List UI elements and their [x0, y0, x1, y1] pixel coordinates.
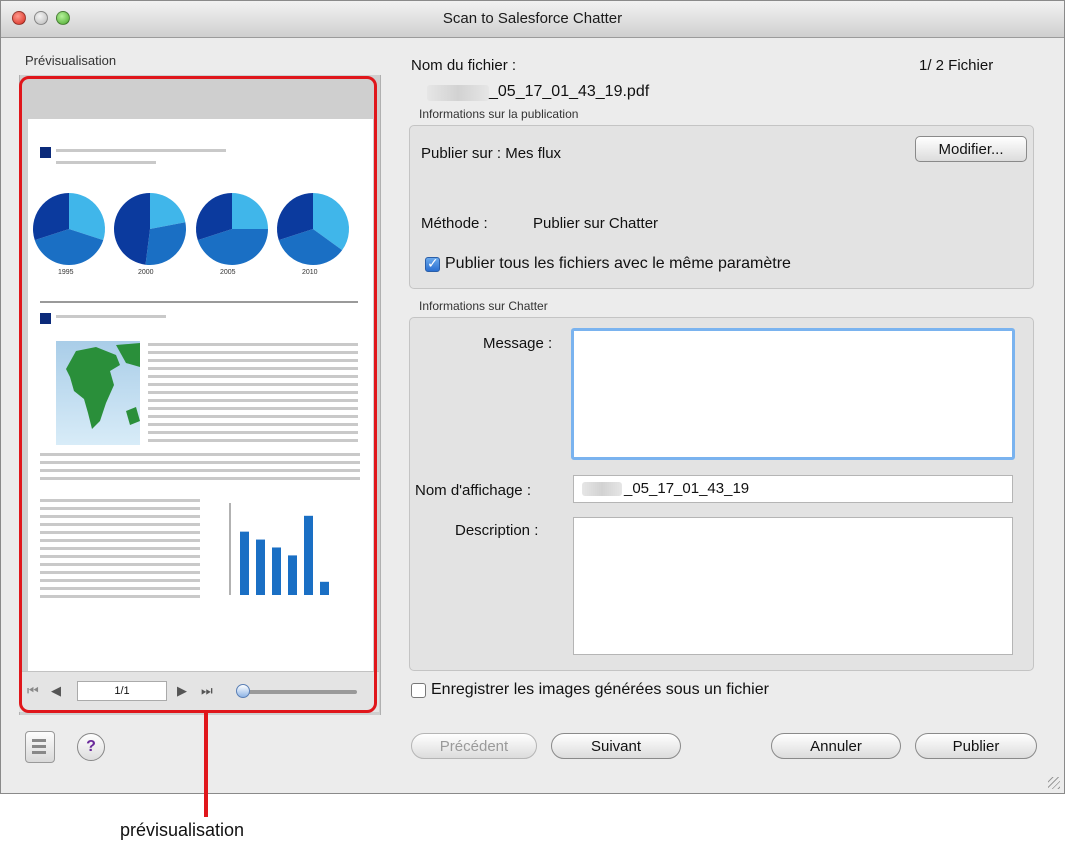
text-line [148, 415, 358, 418]
text-line [148, 383, 358, 386]
zoom-slider-knob[interactable] [236, 684, 250, 698]
text-line [40, 539, 200, 542]
file-name-label: Nom du fichier : [411, 57, 517, 74]
text-line [40, 453, 360, 456]
file-name: _05_17_01_43_19.pdf [489, 83, 650, 100]
previous-button[interactable]: Précédent [411, 733, 537, 759]
bar [320, 581, 329, 595]
window-title: Scan to Salesforce Chatter [442, 10, 623, 27]
publication-group-label: Informations sur la publication [419, 107, 579, 121]
text-line [40, 555, 200, 558]
text-line [40, 523, 200, 526]
heading-marker-icon [40, 147, 51, 158]
text-line [40, 563, 200, 566]
text-line [40, 547, 200, 550]
text-line [148, 399, 358, 402]
heading-line [56, 161, 156, 164]
year-label: 2010 [302, 269, 318, 276]
text-line [40, 499, 200, 502]
text-line [40, 531, 200, 534]
heading-line [56, 315, 166, 318]
preview-label: Prévisualisation [25, 53, 117, 68]
publish-button[interactable]: Publier [915, 733, 1037, 759]
year-label: 2005 [220, 269, 236, 276]
preview-page: 1995 2000 2005 2010 [28, 119, 373, 692]
text-line [148, 367, 358, 370]
description-label: Description : [455, 522, 539, 539]
message-label: Message : [483, 335, 553, 352]
text-line [148, 391, 358, 394]
pie-slice [232, 193, 268, 229]
bar-chart [229, 503, 329, 595]
zoom-slider-track[interactable] [237, 690, 357, 694]
preview-caption: prévisualisation [120, 820, 245, 840]
redacted-name [582, 482, 622, 496]
text-line [40, 461, 360, 464]
file-counter: 1/ 2 Fichier [919, 57, 994, 74]
first-page-icon[interactable]: ⏮ [27, 683, 39, 699]
bar [272, 547, 281, 595]
method-label: Méthode : [421, 215, 488, 232]
text-line [148, 351, 358, 354]
heading-line [56, 149, 226, 152]
bar [256, 539, 265, 595]
text-line [148, 343, 358, 346]
heading-marker-icon [40, 313, 51, 324]
text-line [148, 431, 358, 434]
description-field[interactable] [573, 517, 1013, 655]
pie-slice [114, 193, 150, 265]
main-window: Scan to Salesforce Chatter Prévisualisat… [0, 0, 1065, 794]
page-number-field[interactable]: 1/1 [77, 681, 167, 701]
title-bar[interactable]: Scan to Salesforce Chatter [1, 1, 1064, 38]
text-line [40, 579, 200, 582]
callout-line [204, 712, 208, 817]
text-line [148, 439, 358, 442]
bar [240, 531, 249, 595]
preview-pane[interactable]: 1995 2000 2005 2010 [19, 75, 381, 715]
method-value: Publier sur Chatter [533, 215, 659, 232]
text-line [40, 515, 200, 518]
bar [288, 555, 297, 595]
cancel-button[interactable]: Annuler [771, 733, 901, 759]
text-line [40, 469, 360, 472]
next-page-icon[interactable]: ▶ [177, 683, 187, 699]
display-name-value: _05_17_01_43_19 [624, 480, 750, 497]
text-line [148, 407, 358, 410]
same-params-label: Publier tous les fichiers avec le même p… [445, 255, 791, 272]
next-button[interactable]: Suivant [551, 733, 681, 759]
save-images-checkbox[interactable] [411, 683, 426, 698]
preview-navigation: ⏮ ◀ 1/1 ▶ ⏭ [19, 671, 379, 712]
text-line [148, 375, 358, 378]
display-name-field[interactable]: _05_17_01_43_19 [573, 475, 1013, 503]
modify-button[interactable]: Modifier... [915, 136, 1027, 162]
message-field[interactable] [571, 328, 1015, 460]
same-params-checkbox[interactable] [425, 255, 440, 272]
text-line [40, 507, 200, 510]
text-line [148, 423, 358, 426]
help-icon[interactable]: ? [77, 733, 105, 761]
text-line [40, 595, 200, 598]
previous-page-icon[interactable]: ◀ [51, 683, 61, 699]
text-line [148, 359, 358, 362]
last-page-icon[interactable]: ⏭ [201, 683, 213, 699]
page-list-icon[interactable] [25, 731, 55, 763]
text-line [40, 477, 360, 480]
resize-grip-icon[interactable] [1048, 777, 1060, 789]
chatter-group-label: Informations sur Chatter [419, 299, 548, 313]
publish-on-text: Publier sur : Mes flux [421, 145, 562, 162]
bar [304, 515, 313, 595]
world-map-image [56, 341, 140, 445]
save-images-label: Enregistrer les images générées sous un … [431, 681, 769, 698]
display-name-label: Nom d'affichage : [415, 482, 531, 499]
text-line [40, 587, 200, 590]
redacted-name [427, 85, 489, 101]
year-label: 2000 [138, 269, 154, 276]
divider [40, 301, 358, 303]
text-line [40, 571, 200, 574]
year-label: 1995 [58, 269, 74, 276]
